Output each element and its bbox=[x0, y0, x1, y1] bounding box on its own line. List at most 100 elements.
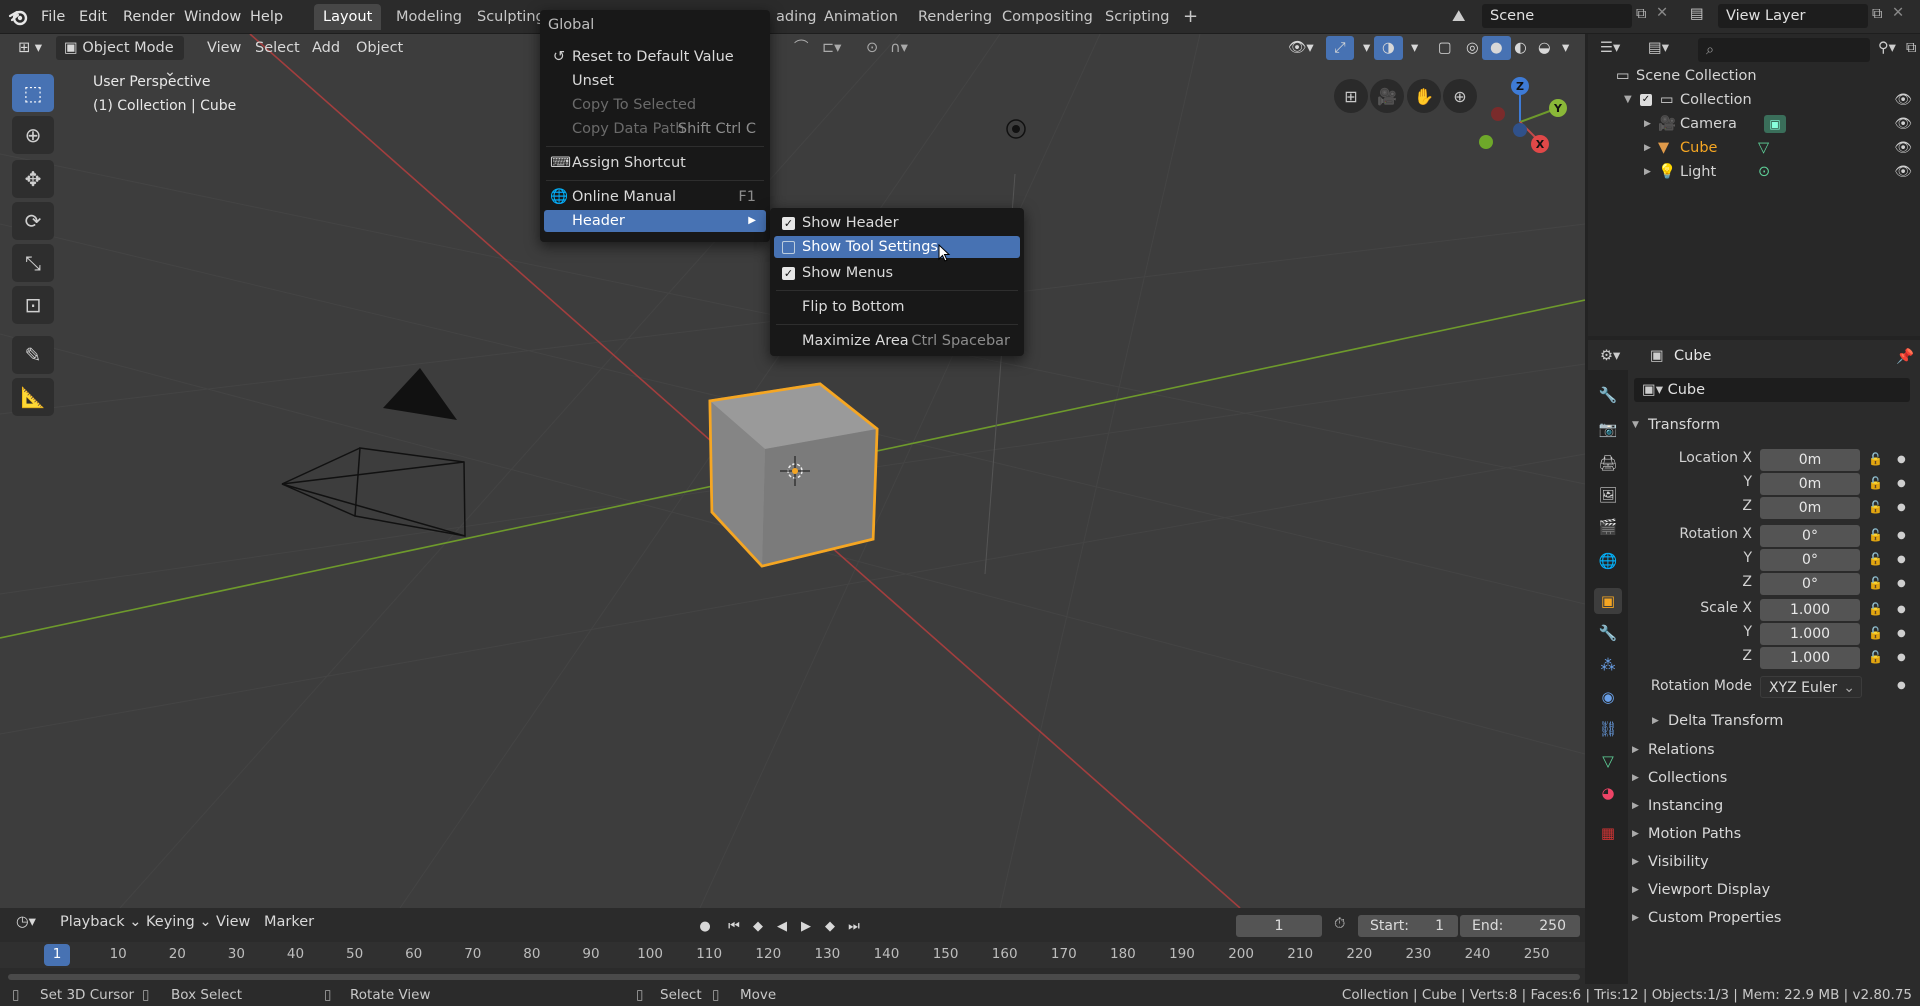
menu-edit[interactable]: Edit bbox=[72, 6, 114, 28]
menu-window[interactable]: Window bbox=[177, 6, 248, 28]
eye-icon[interactable]: 👁 bbox=[1894, 88, 1912, 112]
end-frame-field[interactable]: End: 250 bbox=[1460, 915, 1580, 937]
data-tab-icon[interactable]: ▽ bbox=[1594, 748, 1622, 774]
expand-arrow-icon[interactable]: ▶ bbox=[1644, 112, 1651, 136]
outliner-row-collection[interactable]: ▼ ✓ ▭ Collection 👁 bbox=[1588, 88, 1920, 112]
keyframe-dot-icon[interactable]: ● bbox=[1897, 604, 1906, 615]
view-layer-tab-icon[interactable]: 🖼 bbox=[1594, 482, 1622, 508]
checkbox-checked-icon[interactable]: ✓ bbox=[782, 217, 795, 230]
lock-icon[interactable]: 🔓 bbox=[1868, 476, 1883, 490]
cursor-tool-icon[interactable]: ⊕ bbox=[12, 116, 54, 154]
menu-help[interactable]: Help bbox=[243, 6, 290, 28]
lock-icon[interactable]: 🔓 bbox=[1868, 552, 1883, 566]
outliner-row-camera[interactable]: ▶ 🎥 Camera ▣ 👁 bbox=[1588, 112, 1920, 136]
outliner-editor-icon[interactable]: ☰▾ bbox=[1600, 40, 1620, 56]
play-icon[interactable]: ▶ bbox=[795, 916, 817, 938]
camera-view-icon[interactable]: 🎥 bbox=[1370, 79, 1404, 113]
custom-properties-panel[interactable]: ▶ Custom Properties bbox=[1628, 905, 1916, 931]
world-tab-icon[interactable]: 🌐 bbox=[1594, 548, 1622, 574]
filter-icon[interactable]: ⚲▾ bbox=[1878, 40, 1896, 56]
viewport-display-panel[interactable]: ▶ Viewport Display bbox=[1628, 877, 1916, 903]
properties-editor-icon[interactable]: ⚙▾ bbox=[1600, 348, 1620, 364]
expand-arrow-icon[interactable]: ▶ bbox=[1644, 160, 1651, 184]
transform-tool-icon[interactable]: ⊡ bbox=[12, 286, 54, 324]
keyframe-dot-icon[interactable]: ● bbox=[1897, 502, 1906, 513]
keyframe-dot-icon[interactable]: ● bbox=[1897, 478, 1906, 489]
timeline-editor-icon[interactable]: ◷▾ bbox=[8, 910, 44, 934]
tab-rendering[interactable]: Rendering bbox=[909, 4, 1001, 30]
blender-logo-icon[interactable] bbox=[8, 6, 30, 28]
expand-arrow-icon[interactable]: ▶ bbox=[1644, 136, 1651, 160]
mesh-data-icon[interactable]: ▽ bbox=[1758, 136, 1769, 160]
overlay-dropdown-icon[interactable]: ▾ bbox=[1403, 36, 1426, 60]
annotate-tool-icon[interactable]: ✎ bbox=[12, 336, 54, 374]
view-layer-field[interactable]: View Layer bbox=[1718, 4, 1868, 28]
new-scene-icon[interactable]: ⧉ bbox=[1636, 6, 1646, 22]
texture-tab-icon[interactable]: ▦ bbox=[1594, 820, 1622, 846]
menu-item-show-menus[interactable]: ✓ Show Menus bbox=[774, 262, 1020, 284]
lock-icon[interactable]: 🔓 bbox=[1868, 452, 1883, 466]
menu-item-header[interactable]: Header ▶ bbox=[544, 210, 766, 232]
checkbox-unchecked-icon[interactable] bbox=[782, 241, 795, 254]
rotation-y-field[interactable]: 0° bbox=[1760, 549, 1860, 571]
visibility-panel[interactable]: ▶ Visibility bbox=[1628, 849, 1916, 875]
eye-icon[interactable]: 👁 bbox=[1894, 136, 1912, 160]
visibility-icon[interactable]: 👁▾ bbox=[1280, 36, 1322, 60]
move-tool-icon[interactable]: ✥ bbox=[12, 160, 54, 198]
rotation-x-field[interactable]: 0° bbox=[1760, 525, 1860, 547]
keyframe-dot-icon[interactable]: ● bbox=[1897, 454, 1906, 465]
gizmo-toggle-icon[interactable]: ⤢ bbox=[1326, 36, 1354, 60]
start-frame-field[interactable]: Start: 1 bbox=[1358, 915, 1458, 937]
prev-keyframe-icon[interactable]: ◆ bbox=[747, 916, 769, 938]
next-keyframe-icon[interactable]: ◆ bbox=[819, 916, 841, 938]
tab-animation[interactable]: Animation bbox=[815, 4, 907, 30]
falloff-icon[interactable]: ∩▾ bbox=[882, 36, 916, 60]
timeline-menu-view[interactable]: View bbox=[208, 910, 258, 934]
light-data-icon[interactable]: ⊙ bbox=[1758, 160, 1770, 184]
keyframe-dot-icon[interactable]: ● bbox=[1897, 530, 1906, 541]
timeline-scrollbar[interactable] bbox=[8, 974, 1580, 980]
menu-file[interactable]: File bbox=[34, 6, 72, 28]
eye-icon[interactable]: 👁 bbox=[1894, 112, 1912, 136]
jump-end-icon[interactable]: ⏭ bbox=[843, 916, 865, 938]
new-collection-icon[interactable]: ⧉ bbox=[1906, 40, 1916, 56]
material-tab-icon[interactable]: ◕ bbox=[1594, 780, 1622, 806]
rotation-z-field[interactable]: 0° bbox=[1760, 573, 1860, 595]
keyframe-dot-icon[interactable]: ● bbox=[1897, 628, 1906, 639]
scale-x-field[interactable]: 1.000 bbox=[1760, 599, 1860, 621]
lock-icon[interactable]: 🔓 bbox=[1868, 602, 1883, 616]
object-name-field[interactable]: ▣▾ Cube bbox=[1634, 378, 1910, 402]
viewport-menu-select[interactable]: Select bbox=[247, 36, 308, 60]
keyframe-dot-icon[interactable]: ● bbox=[1897, 652, 1906, 663]
pan-hand-icon[interactable]: ✋ bbox=[1407, 79, 1441, 113]
menu-item-show-tool-settings[interactable]: Show Tool Settings bbox=[774, 236, 1020, 258]
modifier-tab-icon[interactable]: 🔧 bbox=[1594, 620, 1622, 646]
scene-tab-icon[interactable]: 🎬 bbox=[1594, 514, 1622, 540]
editor-type-icon[interactable]: ⊞ ▾ bbox=[10, 36, 50, 60]
menu-item-reset-default[interactable]: ↺ Reset to Default Value bbox=[544, 46, 766, 68]
jump-start-icon[interactable]: ⏮ bbox=[723, 916, 745, 938]
tool-tab-icon[interactable]: 🔧 bbox=[1594, 382, 1622, 408]
rotate-tool-icon[interactable]: ⟳ bbox=[12, 202, 54, 240]
viewport-menu-add[interactable]: Add bbox=[304, 36, 348, 60]
render-tab-icon[interactable]: 📷 bbox=[1594, 416, 1622, 442]
lock-icon[interactable]: 🔓 bbox=[1868, 576, 1883, 590]
location-y-field[interactable]: 0m bbox=[1760, 473, 1860, 495]
play-reverse-icon[interactable]: ◀ bbox=[771, 916, 793, 938]
lock-icon[interactable]: 🔓 bbox=[1868, 626, 1883, 640]
scene-icon[interactable]: ⛰ bbox=[1452, 6, 1465, 26]
keyframe-dot-icon[interactable]: ● bbox=[1897, 554, 1906, 565]
location-z-field[interactable]: 0m bbox=[1760, 497, 1860, 519]
instancing-panel[interactable]: ▶ Instancing bbox=[1628, 793, 1916, 819]
outliner-row-scene-collection[interactable]: ▭ Scene Collection bbox=[1588, 64, 1920, 88]
menu-item-flip-to-bottom[interactable]: Flip to Bottom bbox=[774, 296, 1020, 318]
object-tab-icon[interactable]: ▣ bbox=[1594, 588, 1622, 614]
scene-name-field[interactable]: Scene bbox=[1482, 4, 1632, 28]
viewport-menu-view[interactable]: View bbox=[199, 36, 249, 60]
scale-y-field[interactable]: 1.000 bbox=[1760, 623, 1860, 645]
tab-modeling[interactable]: Modeling bbox=[387, 4, 471, 30]
checkbox-checked-icon[interactable]: ✓ bbox=[782, 267, 795, 280]
outliner-row-light[interactable]: ▶ 💡 Light ⊙ 👁 bbox=[1588, 160, 1920, 184]
scale-z-field[interactable]: 1.000 bbox=[1760, 647, 1860, 669]
camera-data-icon[interactable]: ▣ bbox=[1764, 115, 1786, 133]
